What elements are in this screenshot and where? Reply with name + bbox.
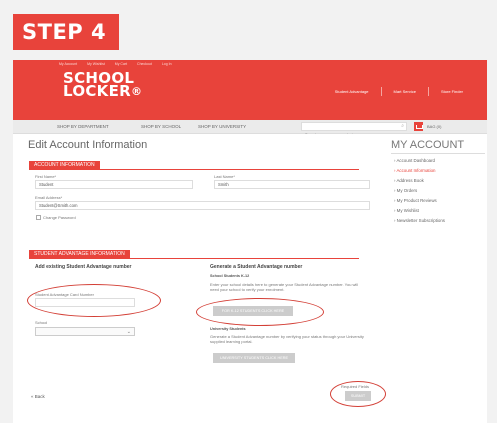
first-name-label: First Name* [35,174,57,179]
chevron-down-icon: ⌄ [126,329,131,335]
annotation-circle-card-number [27,284,161,317]
change-password-label: Change Password [43,215,76,220]
add-existing-heading: Add existing Student Advantage number [35,264,132,270]
top-link-checkout[interactable]: Checkout [137,62,152,66]
top-link-my-account[interactable]: My Account [59,62,77,66]
university-heading: University Students [210,327,246,331]
student-advantage-heading: STUDENT ADVANTAGE INFORMATION [29,250,130,258]
page-content: Edit Account Information ACCOUNT INFORMA… [13,134,487,423]
header-link-mart-service[interactable]: Mart Service [394,89,416,94]
site-header: My Account My Wishlist My Cart Checkout … [13,60,487,120]
sidebar-title: MY ACCOUNT [391,139,465,151]
university-description: Generate a Student Advantage number by v… [210,334,364,345]
sidebar-item-my-orders[interactable]: › My Orders [394,188,417,193]
school-label: School [35,320,48,325]
school-locker-logo[interactable]: SCHOOL LOCKER® [63,71,143,100]
last-name-label: Last Name* [214,174,235,179]
change-password-checkbox[interactable] [36,215,41,220]
nav-shop-by-department[interactable]: SHOP BY DEPARTMENT [57,124,109,129]
sidebar-item-account-information[interactable]: › Account Information [394,168,436,173]
email-label: Email Address* [35,195,63,200]
k12-heading: School Students K-12 [210,274,250,278]
search-icon[interactable]: ⌕ [401,124,404,129]
cart-bag-icon[interactable] [414,122,423,131]
sidebar-item-my-wishlist[interactable]: › My Wishlist [394,208,419,213]
school-select[interactable]: ⌄ [35,327,135,336]
section-divider [29,169,359,170]
top-link-cart[interactable]: My Cart [115,62,127,66]
step-badge: STEP 4 [13,14,119,50]
header-link-student-advantage[interactable]: Student Advantage [335,89,369,94]
search-box: ⌕ [301,122,407,139]
top-links: My Account My Wishlist My Cart Checkout … [59,62,172,66]
back-link[interactable]: « Back [31,394,45,399]
section-divider [29,258,359,259]
header-divider [380,87,382,96]
top-link-login[interactable]: Log In [162,62,172,66]
header-links: Student Advantage Mart Service Store Fin… [335,87,463,96]
university-students-button[interactable]: UNIVERSITY STUDENTS CLICK HERE [213,353,295,363]
sidebar-divider [391,153,485,154]
nav-bar: SHOP BY DEPARTMENT SHOP BY SCHOOL SHOP B… [13,120,487,139]
sidebar-item-newsletter[interactable]: › Newsletter Subscriptions [394,218,445,223]
page-title: Edit Account Information [28,139,148,151]
logo-line-2: LOCKER [63,82,132,100]
top-link-wishlist[interactable]: My Wishlist [87,62,105,66]
account-information-heading: ACCOUNT INFORMATION [29,161,100,169]
k12-description: Enter your school details here to genera… [210,282,359,293]
logo-mark: ® [131,85,143,98]
bag-count[interactable]: BAG (0) [427,124,441,129]
last-name-field[interactable]: Smith [214,180,370,189]
generate-heading: Generate a Student Advantage number [210,264,303,270]
header-divider [427,87,429,96]
annotation-circle-k12-button [196,298,324,326]
sidebar-item-product-reviews[interactable]: › My Product Reviews [394,198,437,203]
sidebar-item-address-book[interactable]: › Address Book [394,178,424,183]
first-name-field[interactable]: Student [35,180,193,189]
nav-shop-by-university[interactable]: SHOP BY UNIVERSITY [198,124,246,129]
header-link-store-finder[interactable]: Store Finder [441,89,463,94]
email-field[interactable]: Student@Smith.com [35,201,370,210]
nav-shop-by-school[interactable]: SHOP BY SCHOOL [141,124,181,129]
sidebar-item-account-dashboard[interactable]: › Account Dashboard [394,158,435,163]
annotation-circle-save-button [330,381,386,407]
